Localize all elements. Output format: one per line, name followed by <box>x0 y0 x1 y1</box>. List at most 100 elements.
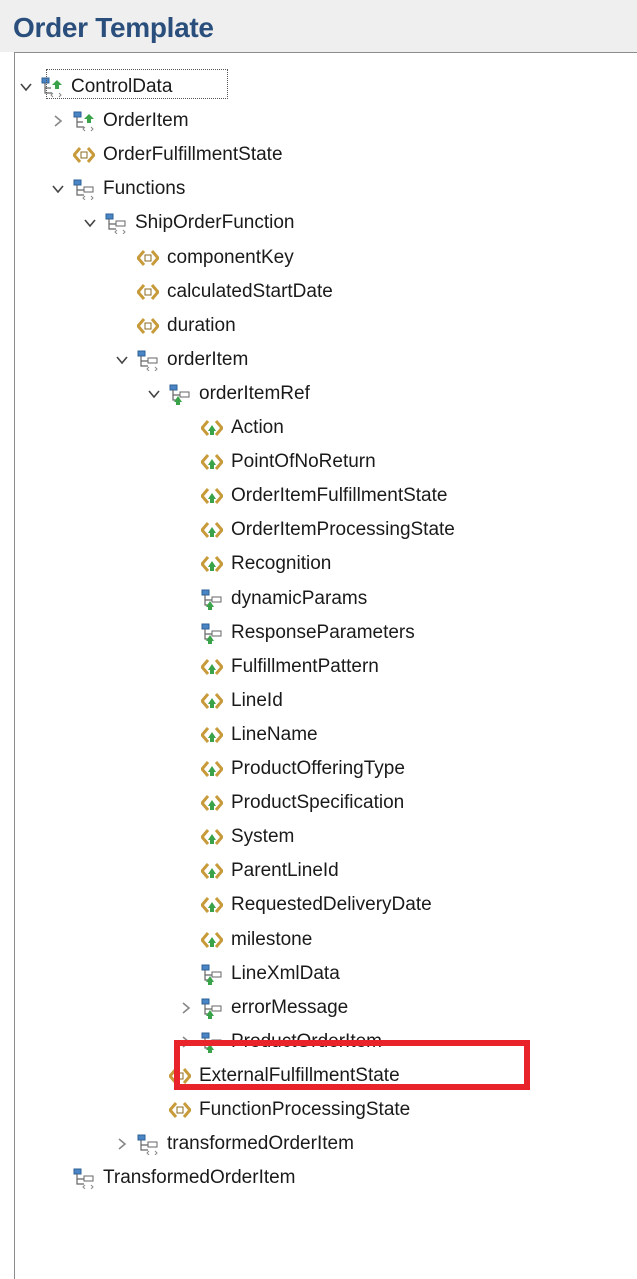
chevron-down-icon[interactable] <box>145 385 163 403</box>
data-element-ref-icon <box>199 928 225 952</box>
tree-node-fulfillment-pattern[interactable]: FulfillmentPattern <box>177 650 379 684</box>
tree-node-label: PointOfNoReturn <box>231 451 376 473</box>
data-element-icon <box>167 1098 193 1122</box>
structure-icon <box>135 1132 161 1156</box>
data-element-icon <box>135 314 161 338</box>
tree-node-label: Functions <box>103 178 186 200</box>
tree-node-transformed-order-item[interactable]: TransformedOrderItem <box>49 1161 296 1195</box>
tree-node-label: LineXmlData <box>231 962 340 984</box>
data-element-icon <box>135 280 161 304</box>
tree-node-label: ExternalFulfillmentState <box>199 1064 400 1086</box>
data-element-ref-icon <box>199 859 225 883</box>
chevron-right-icon[interactable] <box>113 1135 131 1153</box>
chevron-down-icon[interactable] <box>81 214 99 232</box>
data-element-ref-icon <box>199 791 225 815</box>
tree-node-transformed-order-item[interactable]: transformedOrderItem <box>113 1127 354 1161</box>
tree-node-order-item-fulfillment-state[interactable]: OrderItemFulfillmentState <box>177 479 447 513</box>
tree-node-order-item-ref[interactable]: orderItemRef <box>145 377 310 411</box>
tree-node-label: OrderFulfillmentState <box>103 144 283 166</box>
chevron-down-icon[interactable] <box>49 180 67 198</box>
tree-node-label: ControlData <box>71 76 173 97</box>
tree-node-action[interactable]: Action <box>177 411 284 445</box>
tree-node-label: OrderItem <box>103 110 189 132</box>
tree-node-order-fulfillment-state[interactable]: OrderFulfillmentState <box>49 138 283 172</box>
structure-ref-icon <box>199 587 225 611</box>
tree-node-function-processing-state[interactable]: FunctionProcessingState <box>145 1093 410 1127</box>
title-bar: Order Template <box>0 0 637 52</box>
structure-icon <box>135 348 161 372</box>
structure-icon <box>71 177 97 201</box>
tree-node-parent-line-id[interactable]: ParentLineId <box>177 854 339 888</box>
structure-ref-icon <box>167 382 193 406</box>
tree-node-label: OrderItemProcessingState <box>231 519 455 541</box>
tree-node-system[interactable]: System <box>177 820 294 854</box>
tree-node-duration[interactable]: duration <box>113 309 236 343</box>
tree-node-label: errorMessage <box>231 996 349 1018</box>
tree-node-label: dynamicParams <box>231 587 368 609</box>
tree-node-functions[interactable]: Functions <box>49 172 185 206</box>
tree-node-recognition[interactable]: Recognition <box>177 547 331 581</box>
data-element-ref-icon <box>199 723 225 747</box>
chevron-right-icon[interactable] <box>177 999 195 1017</box>
tree-rows: ControlData OrderItem OrderFulfillmentSt… <box>15 53 637 1279</box>
tree-node-ship-order-function[interactable]: ShipOrderFunction <box>81 206 294 240</box>
tree-node-point-of-no-return[interactable]: PointOfNoReturn <box>177 445 376 479</box>
tree-node-label: FunctionProcessingState <box>199 1099 411 1120</box>
tree-node-label: ProductOrderItem <box>231 1030 382 1052</box>
tree-node-line-id[interactable]: LineId <box>177 684 283 718</box>
tree-node-label: duration <box>167 314 236 336</box>
tree-node-label: ProductSpecification <box>231 792 405 814</box>
data-element-ref-icon <box>199 552 225 576</box>
tree-node-line-xml-data[interactable]: LineXmlData <box>177 957 340 991</box>
structure-icon <box>103 211 129 235</box>
data-element-ref-icon <box>199 893 225 917</box>
chevron-down-icon[interactable] <box>17 78 35 96</box>
chevron-right-icon[interactable] <box>49 112 67 130</box>
tree-node-label: Recognition <box>231 553 332 575</box>
tree-node-external-fulfillment-state[interactable]: ExternalFulfillmentState <box>145 1059 400 1093</box>
tree-node-line-name[interactable]: LineName <box>177 718 318 752</box>
tree-node-milestone[interactable]: milestone <box>177 923 312 957</box>
tree-node-label: TransformedOrderItem <box>103 1167 296 1189</box>
tree-node-control-data[interactable]: ControlData <box>17 70 172 104</box>
tree-node-product-specification[interactable]: ProductSpecification <box>177 786 404 820</box>
tree-node-label: System <box>231 826 295 848</box>
structure-ref-icon <box>199 621 225 645</box>
structure-in-icon <box>39 75 65 99</box>
tree-node-error-message[interactable]: errorMessage <box>177 991 348 1025</box>
tree-node-label: Action <box>231 417 284 438</box>
data-element-icon <box>71 143 97 167</box>
chevron-down-icon[interactable] <box>113 351 131 369</box>
tree-node-calculated-start-date[interactable]: calculatedStartDate <box>113 275 333 309</box>
data-element-ref-icon <box>199 484 225 508</box>
tree-node-dynamic-params[interactable]: dynamicParams <box>177 582 367 616</box>
tree-node-requested-delivery-date[interactable]: RequestedDeliveryDate <box>177 888 432 922</box>
structure-ref-icon <box>199 1030 225 1054</box>
tree-node-label: RequestedDeliveryDate <box>231 894 432 916</box>
tree-node-order-item[interactable]: OrderItem <box>49 104 189 138</box>
tree-node-label: ResponseParameters <box>231 621 415 643</box>
tree-node-label: LineId <box>231 689 283 711</box>
structure-in-icon <box>71 109 97 133</box>
structure-icon <box>71 1166 97 1190</box>
tree-node-order-item[interactable]: orderItem <box>113 343 248 377</box>
data-element-ref-icon <box>199 450 225 474</box>
tree-node-component-key[interactable]: componentKey <box>113 241 294 275</box>
tree-node-label: orderItemRef <box>199 382 310 404</box>
tree-node-product-order-item[interactable]: ProductOrderItem <box>177 1025 382 1059</box>
data-element-ref-icon <box>199 825 225 849</box>
tree-node-order-item-processing-state[interactable]: OrderItemProcessingState <box>177 513 455 547</box>
data-element-ref-icon <box>199 655 225 679</box>
tree-node-label: milestone <box>231 928 313 950</box>
tree-node-response-parameters[interactable]: ResponseParameters <box>177 616 415 650</box>
data-element-ref-icon <box>199 689 225 713</box>
order-template-tree[interactable]: ControlData OrderItem OrderFulfillmentSt… <box>14 52 637 1279</box>
page-title: Order Template <box>13 12 214 43</box>
tree-node-label: ShipOrderFunction <box>135 212 295 234</box>
tree-node-label: transformedOrderItem <box>167 1133 354 1155</box>
tree-node-label: orderItem <box>167 348 249 370</box>
tree-node-label: OrderItemFulfillmentState <box>231 485 448 507</box>
tree-node-product-offering-type[interactable]: ProductOfferingType <box>177 752 405 786</box>
chevron-right-icon[interactable] <box>177 1033 195 1051</box>
data-element-ref-icon <box>199 416 225 440</box>
